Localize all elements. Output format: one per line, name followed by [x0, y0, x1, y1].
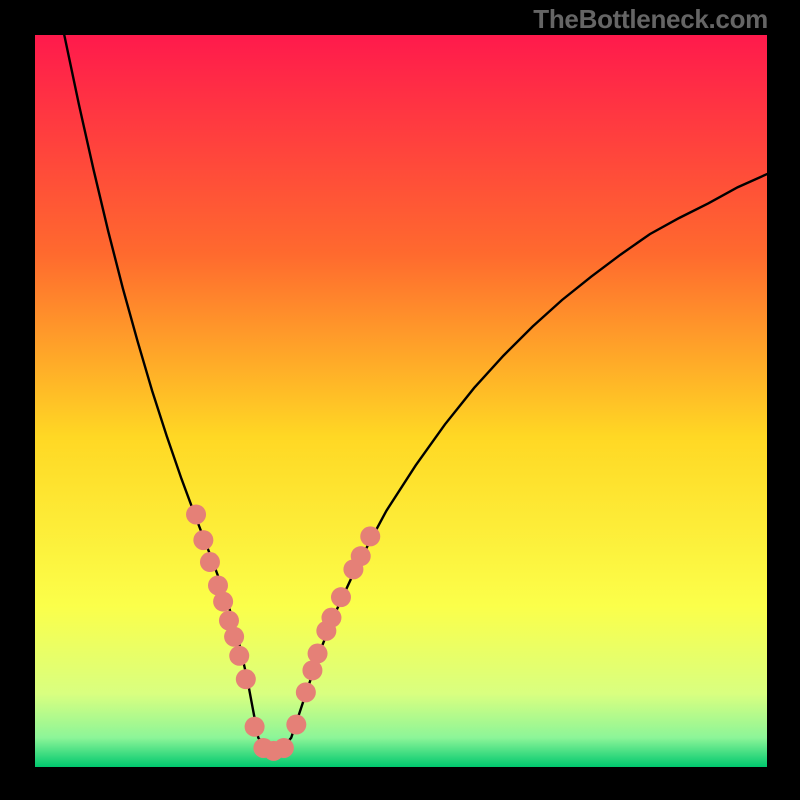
chart-svg: [35, 35, 767, 767]
marker-dot: [360, 526, 380, 546]
marker-dot: [186, 504, 206, 524]
marker-dot: [302, 660, 322, 680]
marker-dot: [286, 715, 306, 735]
marker-dot: [274, 738, 294, 758]
marker-dot: [213, 592, 233, 612]
marker-dot: [351, 546, 371, 566]
chart-plot-area: [35, 35, 767, 767]
marker-dot: [229, 646, 249, 666]
marker-dot: [193, 530, 213, 550]
marker-dot: [296, 682, 316, 702]
marker-dot: [236, 669, 256, 689]
chart-frame: [32, 32, 770, 770]
watermark-text: TheBottleneck.com: [533, 4, 768, 35]
marker-dot: [200, 552, 220, 572]
marker-dot: [331, 587, 351, 607]
marker-dot: [245, 717, 265, 737]
marker-dot: [224, 627, 244, 647]
marker-dot: [308, 644, 328, 664]
gradient-background: [35, 35, 767, 767]
marker-dot: [321, 608, 341, 628]
